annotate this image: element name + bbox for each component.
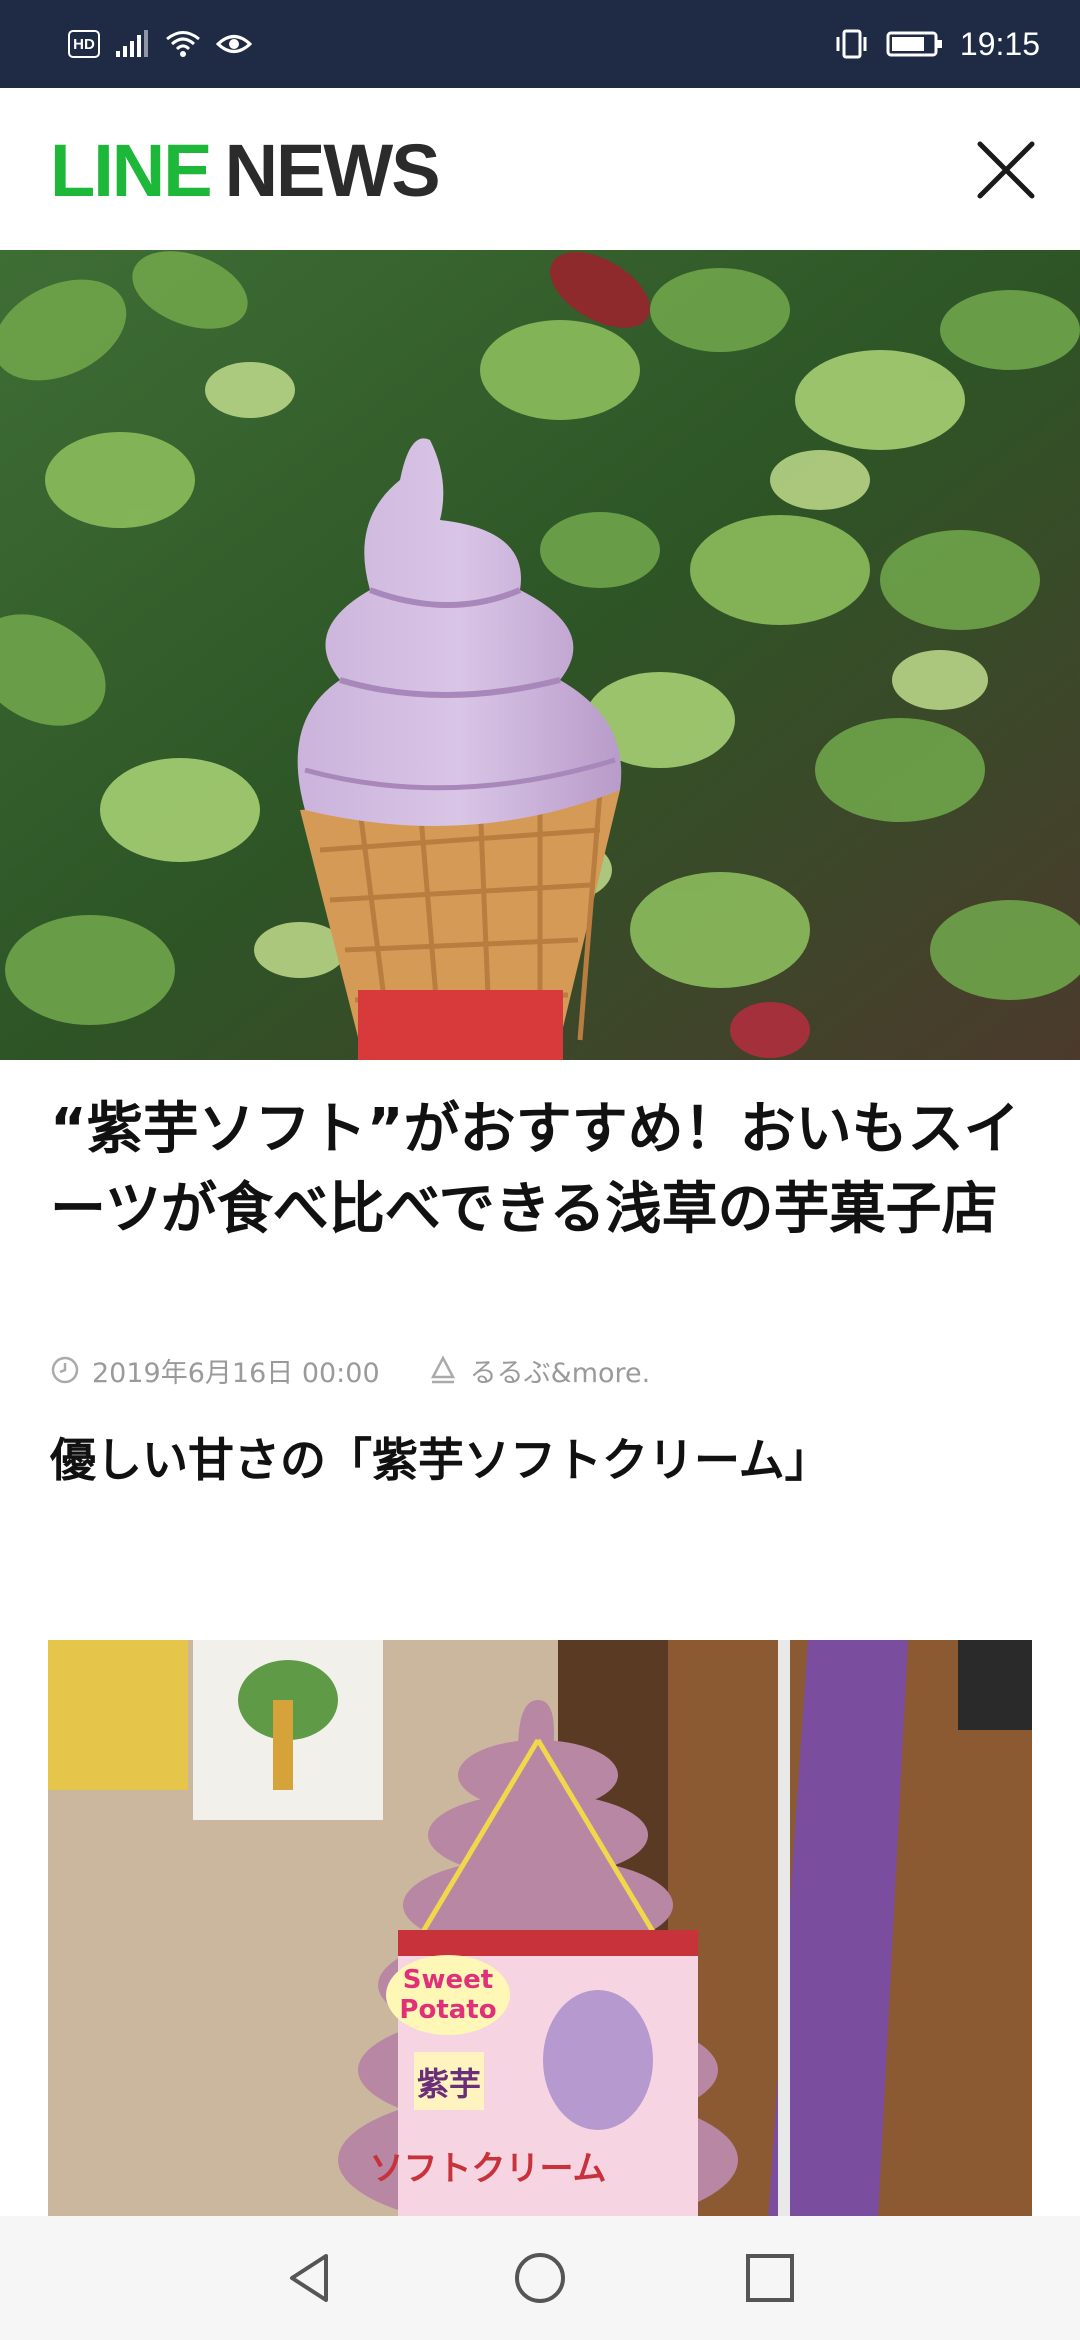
recents-icon[interactable] (742, 2250, 798, 2306)
sign-label-text: 紫芋 (417, 2065, 481, 2103)
line-news-logo: LINE NEWS (50, 126, 441, 216)
article-date: 2019年6月16日 00:00 (92, 1357, 380, 1389)
signal-icon (116, 30, 148, 57)
vibrate-icon (836, 29, 867, 59)
sign-label2-text: ソフトクリーム (370, 2149, 607, 2189)
sign-sweet-text: Sweet (403, 1965, 493, 1995)
close-icon[interactable] (972, 136, 1040, 204)
article-source[interactable]: るるぶ&more. (470, 1351, 651, 1390)
system-nav-bar (0, 2216, 1080, 2340)
hd-badge: HD (68, 30, 100, 58)
clock-icon (51, 1356, 79, 1384)
article-photo: Sweet Potato 紫芋 ソフトクリーム (48, 1640, 1032, 2220)
wifi-icon (166, 31, 200, 57)
eye-icon (216, 35, 252, 53)
article-meta: 2019年6月16日 00:00 るるぶ&more. (50, 1350, 650, 1390)
status-time: 19:15 (959, 25, 1040, 62)
sign-potato-text: Potato (399, 1995, 496, 2025)
hero-image (0, 250, 1080, 1060)
home-icon[interactable] (512, 2250, 568, 2306)
article-subheading: 優しい甘さの「紫芋ソフトクリーム」 (50, 1433, 831, 1487)
app-header: LINE NEWS (0, 88, 1080, 250)
battery-icon (886, 31, 942, 57)
status-bar: HD 19:15 (0, 0, 1080, 88)
article-title: “紫芋ソフト”がおすすめ！おいもスイーツが食べ比べできる浅草の芋菓子店 (50, 1097, 1020, 1242)
publisher-icon (430, 1355, 455, 1384)
back-icon[interactable] (282, 2250, 338, 2306)
logo-line-text: LINE (50, 129, 213, 212)
logo-news-text: NEWS (224, 129, 441, 212)
ice-cream-photo (0, 250, 1080, 1060)
shop-display-photo: Sweet Potato 紫芋 ソフトクリーム (48, 1640, 1032, 2220)
